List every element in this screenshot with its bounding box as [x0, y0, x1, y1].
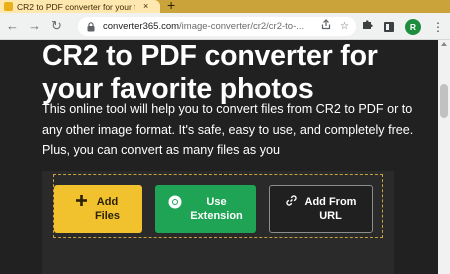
url-host: converter365.com: [103, 21, 180, 32]
side-panel-icon[interactable]: [384, 21, 394, 32]
page-title: CR2 to PDF converter for your favorite p…: [42, 40, 378, 105]
back-icon[interactable]: ←: [6, 18, 19, 34]
add-from-url-label: Add From URL: [304, 196, 357, 222]
page-description: This online tool will help you to conver…: [42, 102, 414, 157]
plus-icon: [75, 195, 87, 206]
add-files-button[interactable]: Add Files: [54, 185, 142, 233]
new-tab-button[interactable]: +: [167, 0, 175, 12]
tab-strip: CR2 to PDF converter for your fa × +: [0, 0, 450, 13]
reload-icon[interactable]: ↻: [51, 18, 62, 34]
url-path: /image-converter/cr2/cr2-to-...: [179, 21, 305, 32]
menu-icon[interactable]: ⋮: [432, 21, 444, 33]
use-extension-button[interactable]: Use Extension: [155, 185, 256, 233]
link-icon: [285, 195, 297, 206]
browser-toolbar: ← → ↻ converter365.com /image-converter/…: [0, 13, 450, 40]
browser-tab[interactable]: CR2 to PDF converter for your fa ×: [0, 0, 160, 13]
share-icon[interactable]: [321, 19, 331, 35]
use-extension-label: Use Extension: [190, 196, 243, 222]
add-files-label: Add Files: [94, 196, 121, 222]
add-from-url-button[interactable]: Add From URL: [269, 185, 373, 233]
profile-avatar[interactable]: R: [405, 18, 421, 35]
extensions-icon[interactable]: [362, 19, 373, 34]
lock-icon[interactable]: [87, 21, 99, 32]
upload-area[interactable]: Add Files Use Extension Add From URL: [42, 171, 394, 274]
page-content: CR2 to PDF converter for your favorite p…: [0, 40, 438, 274]
chrome-icon: [168, 195, 182, 209]
address-bar[interactable]: converter365.com /image-converter/cr2/cr…: [78, 17, 356, 36]
star-icon[interactable]: ☆: [340, 20, 349, 34]
scroll-up-arrow-icon[interactable]: [441, 42, 447, 46]
scrollbar-thumb[interactable]: [440, 84, 448, 118]
forward-icon[interactable]: →: [28, 18, 41, 34]
tab-title: CR2 to PDF converter for your fa: [17, 1, 135, 12]
converter-favicon-icon: [4, 2, 13, 11]
page-scrollbar[interactable]: [438, 40, 450, 274]
close-tab-icon[interactable]: ×: [143, 2, 148, 11]
